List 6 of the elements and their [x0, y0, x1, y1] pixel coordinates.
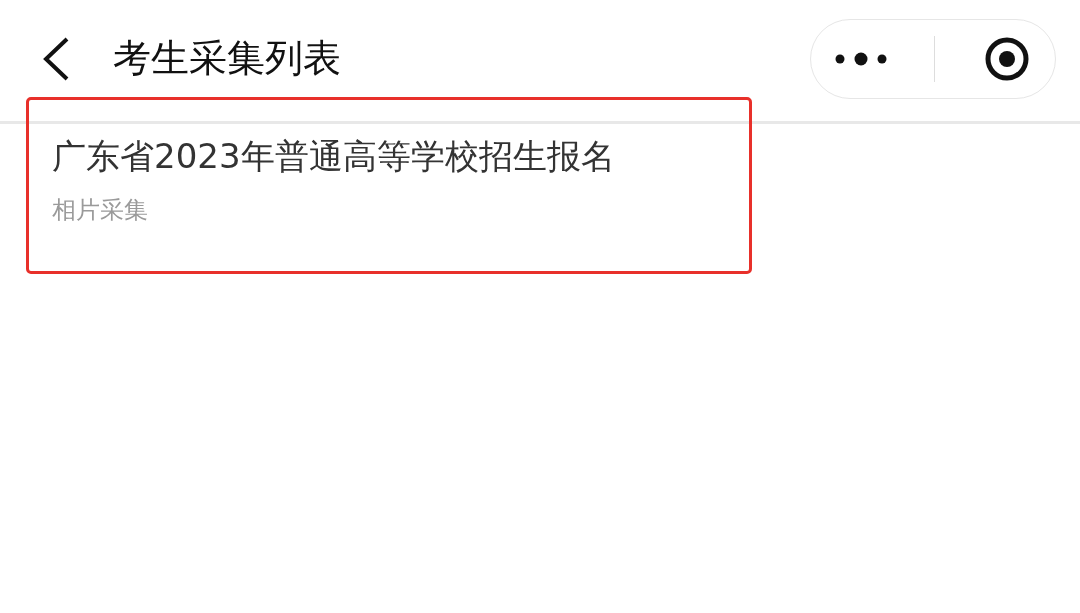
page-title: 考生采集列表	[113, 35, 341, 82]
more-icon[interactable]	[834, 51, 887, 66]
item-title: 广东省2023年普通高等学校招生报名	[52, 135, 615, 178]
item-subtitle: 相片采集	[52, 195, 148, 226]
list-item[interactable]: 广东省2023年普通高等学校招生报名 相片采集	[26, 97, 752, 274]
back-icon[interactable]	[42, 36, 70, 81]
